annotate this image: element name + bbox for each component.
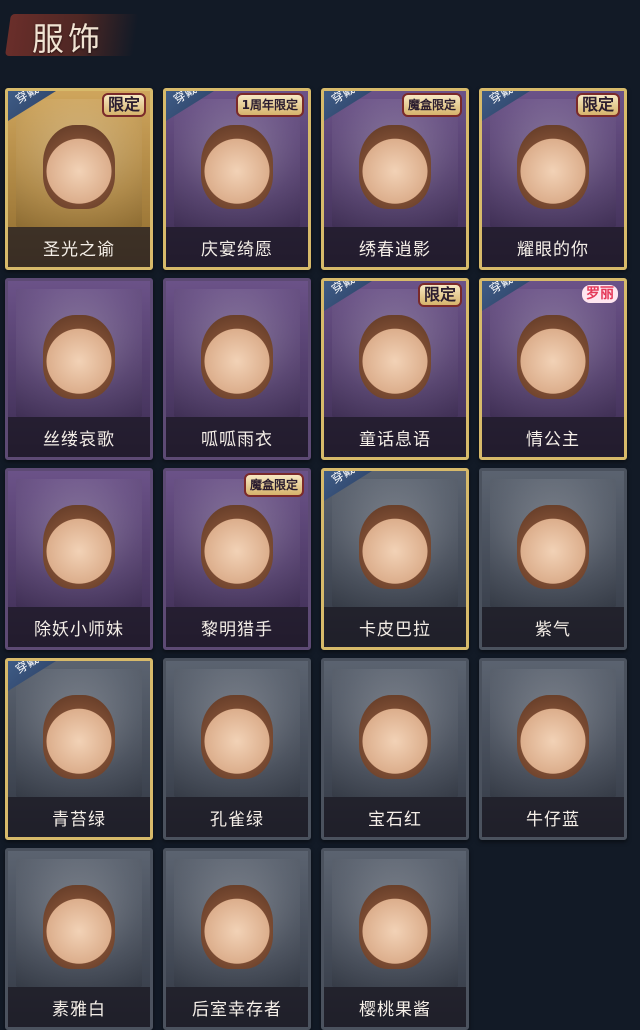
costume-name: 耀眼的你 bbox=[482, 227, 624, 267]
costume-card[interactable]: 丝缕哀歌 bbox=[5, 278, 153, 460]
costume-portrait bbox=[16, 479, 142, 607]
costume-card[interactable]: 素雅白 bbox=[5, 848, 153, 1030]
costume-portrait bbox=[174, 479, 300, 607]
costume-card[interactable]: 宝石红 bbox=[321, 658, 469, 840]
costume-card[interactable]: 穿戴 1周年限定 庆宴绮愿 bbox=[163, 88, 311, 270]
character-avatar bbox=[43, 885, 115, 969]
costume-name: 圣光之谕 bbox=[8, 227, 150, 267]
costume-name: 后室幸存者 bbox=[166, 987, 308, 1027]
costume-name: 绣春逍影 bbox=[324, 227, 466, 267]
costume-name: 童话息语 bbox=[324, 417, 466, 457]
character-avatar bbox=[201, 695, 273, 779]
costume-portrait bbox=[174, 289, 300, 417]
character-avatar bbox=[359, 315, 431, 399]
costume-portrait bbox=[16, 99, 142, 227]
character-avatar bbox=[43, 695, 115, 779]
costume-card[interactable]: 呱呱雨衣 bbox=[163, 278, 311, 460]
costume-portrait bbox=[332, 289, 458, 417]
character-avatar bbox=[201, 505, 273, 589]
costume-card[interactable]: 穿戴 罗丽 情公主 bbox=[479, 278, 627, 460]
character-avatar bbox=[43, 125, 115, 209]
character-avatar bbox=[517, 695, 589, 779]
character-avatar bbox=[517, 505, 589, 589]
costume-portrait bbox=[174, 669, 300, 797]
costume-name: 庆宴绮愿 bbox=[166, 227, 308, 267]
character-avatar bbox=[359, 885, 431, 969]
costume-card[interactable]: 除妖小师妹 bbox=[5, 468, 153, 650]
costume-name: 黎明猎手 bbox=[166, 607, 308, 647]
costume-card[interactable]: 穿戴 限定 耀眼的你 bbox=[479, 88, 627, 270]
costume-portrait bbox=[16, 289, 142, 417]
limited-badge: 限定 bbox=[417, 283, 462, 307]
character-avatar bbox=[43, 505, 115, 589]
costume-portrait bbox=[332, 99, 458, 227]
costume-card[interactable]: 后室幸存者 bbox=[163, 848, 311, 1030]
costume-portrait bbox=[174, 859, 300, 987]
costume-name: 青苔绿 bbox=[8, 797, 150, 837]
limited-badge: 魔盒限定 bbox=[401, 93, 462, 117]
costume-name: 素雅白 bbox=[8, 987, 150, 1027]
costume-portrait bbox=[16, 669, 142, 797]
character-avatar bbox=[43, 315, 115, 399]
character-avatar bbox=[201, 125, 273, 209]
character-avatar bbox=[517, 125, 589, 209]
costume-name: 樱桃果酱 bbox=[324, 987, 466, 1027]
costume-portrait bbox=[490, 479, 616, 607]
costume-portrait bbox=[332, 669, 458, 797]
costume-card[interactable]: 牛仔蓝 bbox=[479, 658, 627, 840]
limited-badge: 魔盒限定 bbox=[243, 473, 304, 497]
costume-portrait bbox=[490, 99, 616, 227]
character-avatar bbox=[359, 505, 431, 589]
costume-name: 除妖小师妹 bbox=[8, 607, 150, 647]
page-header: 服饰 bbox=[0, 0, 640, 70]
costume-card[interactable]: 穿戴 青苔绿 bbox=[5, 658, 153, 840]
costume-portrait bbox=[332, 859, 458, 987]
limited-badge: 1周年限定 bbox=[235, 93, 304, 117]
limited-badge: 限定 bbox=[101, 93, 146, 117]
costume-name: 卡皮巴拉 bbox=[324, 607, 466, 647]
character-avatar bbox=[201, 885, 273, 969]
costume-name: 紫气 bbox=[482, 607, 624, 647]
costume-portrait bbox=[490, 669, 616, 797]
costume-name: 呱呱雨衣 bbox=[166, 417, 308, 457]
costume-portrait bbox=[490, 289, 616, 417]
costume-card[interactable]: 魔盒限定黎明猎手 bbox=[163, 468, 311, 650]
costume-portrait bbox=[16, 859, 142, 987]
character-avatar bbox=[359, 695, 431, 779]
costume-portrait bbox=[174, 99, 300, 227]
costume-name: 丝缕哀歌 bbox=[8, 417, 150, 457]
character-avatar bbox=[517, 315, 589, 399]
costume-card[interactable]: 穿戴 魔盒限定 绣春逍影 bbox=[321, 88, 469, 270]
costume-name: 宝石红 bbox=[324, 797, 466, 837]
luoli-collab-badge: 罗丽 bbox=[582, 285, 618, 303]
character-avatar bbox=[201, 315, 273, 399]
costume-card[interactable]: 穿戴 卡皮巴拉 bbox=[321, 468, 469, 650]
costume-card[interactable]: 樱桃果酱 bbox=[321, 848, 469, 1030]
page-title: 服饰 bbox=[32, 20, 105, 58]
costume-card[interactable]: 孔雀绿 bbox=[163, 658, 311, 840]
costume-card[interactable]: 穿戴 限定 圣光之谕 bbox=[5, 88, 153, 270]
costume-card[interactable]: 穿戴 限定 童话息语 bbox=[321, 278, 469, 460]
costume-card[interactable]: 紫气 bbox=[479, 468, 627, 650]
character-avatar bbox=[359, 125, 431, 209]
costume-portrait bbox=[332, 479, 458, 607]
costume-name: 牛仔蓝 bbox=[482, 797, 624, 837]
limited-badge: 限定 bbox=[575, 93, 620, 117]
costume-name: 情公主 bbox=[482, 417, 624, 457]
costume-name: 孔雀绿 bbox=[166, 797, 308, 837]
